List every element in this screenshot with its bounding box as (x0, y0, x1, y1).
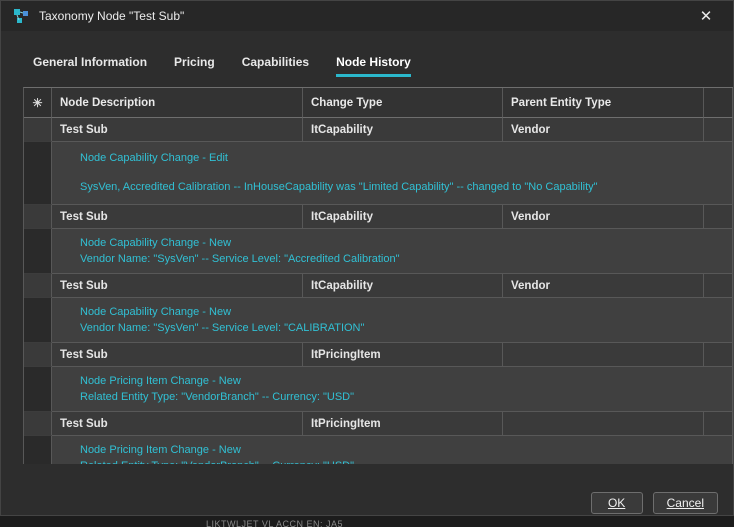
cell-node-description: Test Sub (52, 274, 303, 298)
table-row[interactable]: Test Sub ItPricingItem (24, 412, 733, 436)
cell-change-type: ItCapability (303, 118, 503, 142)
detail-cell: Node Capability Change - New Vendor Name:… (52, 229, 733, 274)
cell-partial (704, 343, 733, 367)
detail-row[interactable]: Node Capability Change - New Vendor Name:… (24, 298, 733, 343)
column-header-node-description[interactable]: Node Description (52, 88, 303, 118)
change-detail-line: Node Capability Change - New (80, 305, 722, 319)
background-partial-text: LIKTWLJET VL ACCN EN: JA5 (206, 519, 343, 527)
detail-row[interactable]: Node Capability Change - New Vendor Name:… (24, 229, 733, 274)
column-header-change-type[interactable]: Change Type (303, 88, 503, 118)
row-gutter (24, 412, 52, 436)
app-icon (13, 8, 30, 25)
taxonomy-node-dialog: Taxonomy Node "Test Sub" ✕ General Infor… (0, 0, 734, 516)
row-gutter (24, 274, 52, 298)
cell-node-description: Test Sub (52, 118, 303, 142)
cell-partial (704, 412, 733, 436)
cell-parent-entity-type (503, 412, 704, 436)
detail-gutter (24, 436, 52, 464)
dialog-button-bar: OK Cancel (591, 492, 718, 514)
header-gutter: ☀ (24, 88, 52, 118)
tab-node-history[interactable]: Node History (336, 55, 411, 77)
node-history-table: ☀ Node Description Change Type Parent En… (23, 87, 733, 464)
cell-node-description: Test Sub (52, 205, 303, 229)
table-row[interactable]: Test Sub ItCapability Vendor (24, 274, 733, 298)
column-header-partial[interactable] (704, 88, 733, 118)
cell-parent-entity-type: Vendor (503, 274, 704, 298)
row-gutter (24, 118, 52, 142)
detail-gutter (24, 298, 52, 343)
detail-cell: Node Capability Change - Edit SysVen, Acc… (52, 142, 733, 205)
table-header-row: ☀ Node Description Change Type Parent En… (24, 88, 733, 118)
detail-cell: Node Capability Change - New Vendor Name:… (52, 298, 733, 343)
detail-row[interactable]: Node Capability Change - Edit SysVen, Acc… (24, 142, 733, 205)
cell-partial (704, 274, 733, 298)
cell-change-type: ItCapability (303, 274, 503, 298)
cell-partial (704, 118, 733, 142)
change-detail-line: SysVen, Accredited Calibration -- InHous… (80, 180, 722, 194)
cell-parent-entity-type: Vendor (503, 205, 704, 229)
title-bar: Taxonomy Node "Test Sub" ✕ (1, 1, 733, 31)
change-detail-line: Node Capability Change - Edit (80, 151, 722, 165)
cell-change-type: ItCapability (303, 205, 503, 229)
cell-node-description: Test Sub (52, 412, 303, 436)
ok-button[interactable]: OK (591, 492, 643, 514)
detail-gutter (24, 229, 52, 274)
background-window-strip: LIKTWLJET VL ACCN EN: JA5 (0, 516, 734, 527)
change-detail-line: Related Entity Type: "VendorBranch" -- C… (80, 459, 722, 464)
change-detail-line: Vendor Name: "SysVen" -- Service Level: … (80, 252, 722, 266)
close-icon[interactable]: ✕ (691, 1, 721, 31)
table-row[interactable]: Test Sub ItPricingItem (24, 343, 733, 367)
detail-gutter (24, 367, 52, 412)
change-detail-line: Node Capability Change - New (80, 236, 722, 250)
cell-change-type: ItPricingItem (303, 343, 503, 367)
cell-parent-entity-type: Vendor (503, 118, 704, 142)
change-detail-line: Related Entity Type: "VendorBranch" -- C… (80, 390, 722, 404)
dialog-title: Taxonomy Node "Test Sub" (39, 9, 184, 23)
tab-general-information[interactable]: General Information (33, 55, 147, 77)
row-gutter (24, 343, 52, 367)
detail-cell: Node Pricing Item Change - New Related En… (52, 367, 733, 412)
change-detail-line: Node Pricing Item Change - New (80, 443, 722, 457)
cell-parent-entity-type (503, 343, 704, 367)
table-row[interactable]: Test Sub ItCapability Vendor (24, 118, 733, 142)
settings-sun-icon[interactable]: ☀ (32, 96, 43, 110)
change-detail-line: Vendor Name: "SysVen" -- Service Level: … (80, 321, 722, 335)
detail-row[interactable]: Node Pricing Item Change - New Related En… (24, 367, 733, 412)
history-table-body: Test Sub ItCapability Vendor Node Capabi… (24, 118, 733, 464)
cell-change-type: ItPricingItem (303, 412, 503, 436)
tab-capabilities[interactable]: Capabilities (242, 55, 309, 77)
tab-bar: General Information Pricing Capabilities… (33, 55, 733, 77)
cell-partial (704, 205, 733, 229)
column-header-parent-entity-type[interactable]: Parent Entity Type (503, 88, 704, 118)
detail-row[interactable]: Node Pricing Item Change - New Related En… (24, 436, 733, 464)
detail-gutter (24, 142, 52, 205)
cell-node-description: Test Sub (52, 343, 303, 367)
tab-pricing[interactable]: Pricing (174, 55, 215, 77)
table-row[interactable]: Test Sub ItCapability Vendor (24, 205, 733, 229)
cancel-button[interactable]: Cancel (653, 492, 718, 514)
change-detail-line: Node Pricing Item Change - New (80, 374, 722, 388)
row-gutter (24, 205, 52, 229)
detail-cell: Node Pricing Item Change - New Related En… (52, 436, 733, 464)
